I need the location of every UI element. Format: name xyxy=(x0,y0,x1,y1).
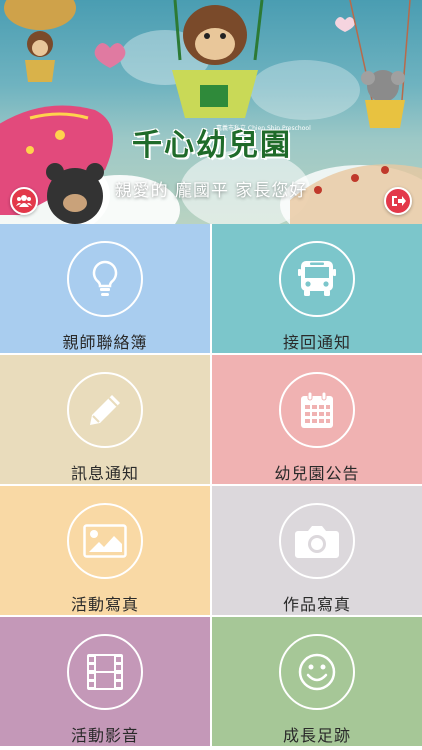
image-icon xyxy=(83,524,127,558)
film-icon xyxy=(87,654,123,690)
menu-label: 訊息通知 xyxy=(70,464,139,483)
menu-artwork-photos[interactable]: 作品寫真 xyxy=(212,486,422,615)
smiley-icon xyxy=(298,653,336,691)
logout-icon xyxy=(391,196,406,206)
calendar-icon xyxy=(301,391,333,428)
icon-circle xyxy=(279,372,355,448)
menu-label: 幼兒園公告 xyxy=(274,464,360,483)
header-banner: 千心幼兒園 嘉義市私立 Chien Shin Preschool 親愛的 龐國平… xyxy=(0,0,422,224)
menu-announcement[interactable]: 幼兒園公告 xyxy=(212,355,422,484)
menu-label: 接回通知 xyxy=(282,333,351,352)
menu-pickup-notice[interactable]: 接回通知 xyxy=(212,224,422,353)
users-button[interactable] xyxy=(10,187,38,215)
icon-circle xyxy=(67,634,143,710)
menu-label: 作品寫真 xyxy=(282,595,351,614)
bus-icon xyxy=(298,261,336,296)
menu-grid: 親師聯絡簿 接回通知 訊息通知 幼兒園公告 活動寫真 作品寫真 活動影音 成長足… xyxy=(0,224,422,750)
menu-label: 活動影音 xyxy=(70,726,139,745)
logo-subtitle: 嘉義市私立 Chien Shin Preschool xyxy=(216,125,311,132)
icon-circle xyxy=(67,241,143,317)
users-icon xyxy=(16,195,32,207)
menu-label: 成長足跡 xyxy=(282,726,351,745)
icon-circle xyxy=(279,241,355,317)
menu-label: 活動寫真 xyxy=(70,595,139,614)
preschool-logo: 千心幼兒園 嘉義市私立 Chien Shin Preschool xyxy=(128,120,311,163)
icon-circle xyxy=(67,503,143,579)
parent-greeting: 親愛的 龐國平 家長您好 xyxy=(114,181,308,201)
menu-activity-videos[interactable]: 活動影音 xyxy=(0,617,210,746)
logout-button[interactable] xyxy=(384,187,412,215)
menu-activity-photos[interactable]: 活動寫真 xyxy=(0,486,210,615)
icon-circle xyxy=(279,634,355,710)
pencil-icon xyxy=(90,395,120,425)
menu-contact-book[interactable]: 親師聯絡簿 xyxy=(0,224,210,353)
menu-growth-record[interactable]: 成長足跡 xyxy=(212,617,422,746)
menu-label: 親師聯絡簿 xyxy=(62,333,148,352)
lightbulb-icon xyxy=(92,260,118,296)
icon-circle xyxy=(279,503,355,579)
menu-message-notice[interactable]: 訊息通知 xyxy=(0,355,210,484)
icon-circle xyxy=(67,372,143,448)
camera-icon xyxy=(295,526,339,558)
